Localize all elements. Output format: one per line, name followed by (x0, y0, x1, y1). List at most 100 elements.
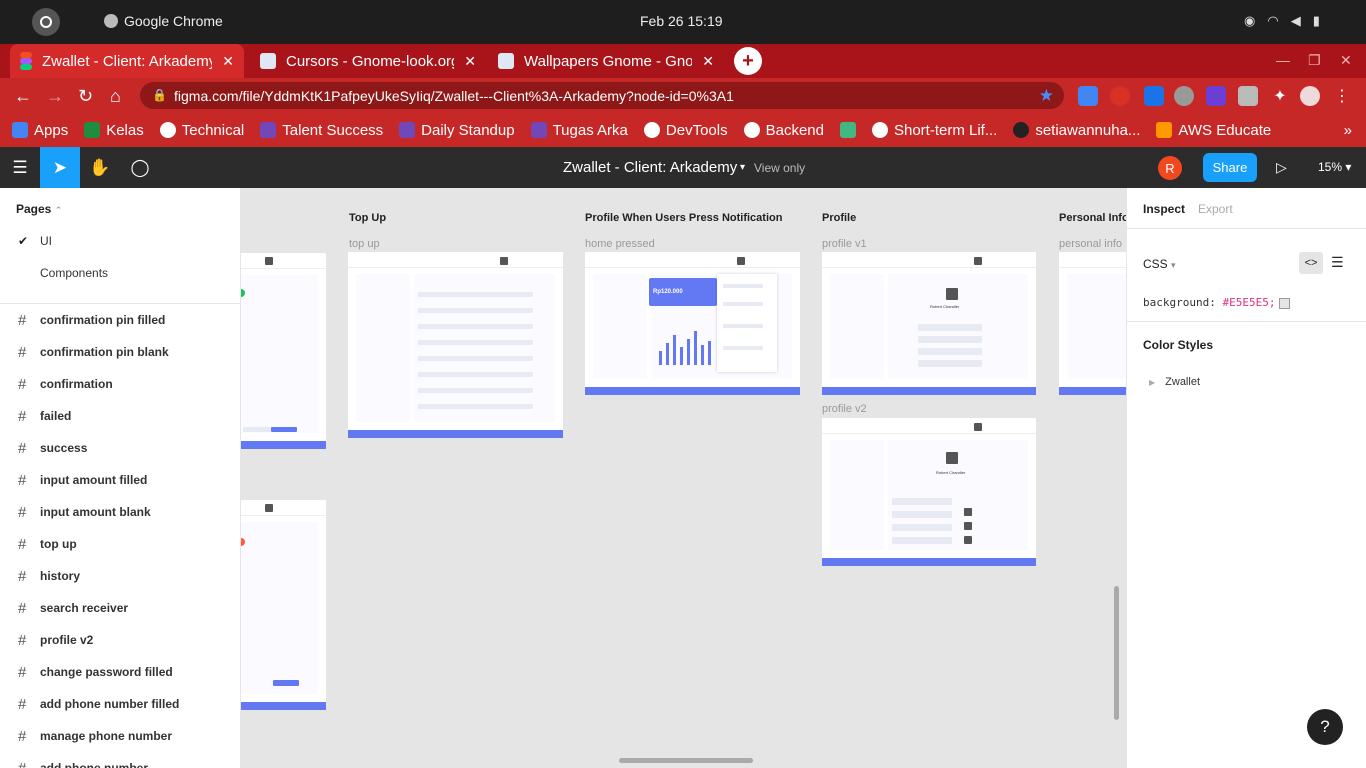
code-language-dropdown[interactable]: CSS ▾ (1143, 257, 1176, 271)
close-icon[interactable]: ✕ (222, 53, 234, 70)
layer-item[interactable]: # change password filled (0, 656, 240, 688)
bookmark-apps[interactable]: Apps (12, 122, 68, 139)
bookmark-daily-standup[interactable]: Daily Standup (399, 122, 515, 139)
frame-icon: # (18, 439, 27, 457)
help-button[interactable]: ? (1307, 709, 1343, 745)
layer-label: input amount filled (40, 473, 148, 487)
layer-item[interactable]: # confirmation pin blank (0, 336, 240, 368)
layer-label: input amount blank (40, 505, 151, 519)
bookmark-kelas[interactable]: Kelas (84, 122, 144, 139)
frame-label[interactable]: personal info (1059, 238, 1122, 250)
home-icon[interactable]: ⌂ (110, 86, 121, 107)
clock[interactable]: Feb 26 15:19 (640, 13, 723, 29)
vuejs-devtools-icon[interactable] (1238, 86, 1258, 106)
list-view-icon[interactable]: ☰ (1331, 254, 1344, 271)
hand-tool-icon[interactable]: ✋ (80, 147, 120, 188)
main-menu-icon[interactable]: ☰ (0, 147, 40, 188)
layer-item[interactable]: # history (0, 560, 240, 592)
frame-label[interactable]: profile v2 (822, 403, 867, 415)
back-icon[interactable]: ← (14, 86, 32, 107)
layer-label: confirmation pin filled (40, 313, 166, 327)
activities-button[interactable] (32, 8, 60, 36)
new-tab-button[interactable]: + (734, 47, 762, 75)
comment-tool-icon[interactable]: ◯ (120, 147, 160, 188)
tab-zwallet[interactable]: Zwallet - Client: Arkademy ✕ (10, 44, 244, 78)
horizontal-scrollbar[interactable] (619, 758, 753, 763)
bookmark-devtools[interactable]: DevTools (643, 122, 728, 139)
frame-label[interactable]: profile v1 (822, 238, 867, 250)
bookmark-short-term[interactable]: Short-term Lif... (871, 122, 997, 139)
pages-header[interactable]: Pages ⌃ (16, 202, 62, 216)
close-window-button[interactable]: ✕ (1340, 52, 1352, 69)
tab-export[interactable]: Export (1198, 202, 1233, 216)
layer-item[interactable]: # top up (0, 528, 240, 560)
reload-icon[interactable]: ↻ (78, 86, 93, 107)
balance-card: Rp120.000 (649, 278, 717, 306)
layer-item[interactable]: # success (0, 432, 240, 464)
puzzle-extensions-icon[interactable]: ✦ (1270, 86, 1290, 106)
move-tool-icon[interactable]: ➤ (40, 147, 80, 188)
url-field[interactable]: 🔒 figma.com/file/YddmKtK1PafpeyUkeSyIiq/… (140, 82, 1064, 109)
bookmark-backend[interactable]: Backend (743, 122, 824, 139)
layer-item[interactable]: # confirmation (0, 368, 240, 400)
frame-label[interactable]: top up (349, 238, 380, 250)
layer-item[interactable]: # search receiver (0, 592, 240, 624)
system-tray[interactable]: ◉ ◠ ◀ ▮ (1244, 13, 1320, 29)
bookmarks-overflow-icon[interactable]: » (1344, 122, 1352, 139)
bookmark-aws[interactable]: AWS Educate (1156, 122, 1271, 139)
page-ui[interactable]: UI (40, 234, 52, 248)
profile-avatar[interactable] (1300, 86, 1320, 106)
close-icon[interactable]: ✕ (464, 53, 476, 70)
bookmark-github[interactable]: setiawannuha... (1013, 122, 1140, 139)
active-app-indicator[interactable]: Google Chrome (104, 13, 223, 29)
vertical-scrollbar[interactable] (1114, 586, 1119, 720)
frame-partial[interactable] (241, 253, 326, 449)
tab-cursors[interactable]: Cursors - Gnome-look.org ✕ (250, 44, 486, 78)
css-value[interactable]: #E5E5E5; (1222, 296, 1275, 309)
design-canvas[interactable]: Top Up top up Profile When Users Press N… (241, 188, 1126, 768)
present-icon[interactable]: ▷ (1276, 159, 1287, 176)
bookmark-vue[interactable] (839, 122, 856, 138)
chevron-down-icon[interactable]: ▾ (740, 162, 745, 173)
frame-personal-info[interactable] (1059, 252, 1126, 395)
user-avatar[interactable]: R (1158, 156, 1182, 180)
extension-badge-icon[interactable] (1110, 86, 1130, 106)
tab-inspect[interactable]: Inspect (1143, 202, 1185, 216)
frame-profile-v1[interactable]: Robert Chandler (822, 252, 1036, 395)
layer-item[interactable]: # add phone number (0, 752, 240, 768)
layer-item[interactable]: # input amount blank (0, 496, 240, 528)
layer-item[interactable]: # confirmation pin filled (0, 304, 240, 336)
inspect-panel: Inspect Export CSS ▾ <> ☰ background: #E… (1126, 188, 1366, 768)
bookmark-technical[interactable]: Technical (159, 122, 244, 139)
tab-wallpapers[interactable]: Wallpapers Gnome - Gnome-look.org ✕ (488, 44, 724, 78)
frame-home-pressed[interactable]: Rp120.000 (585, 252, 800, 395)
zoom-dropdown[interactable]: 15% ▾ (1318, 160, 1351, 174)
extension-icon[interactable] (1174, 86, 1194, 106)
code-view-icon[interactable]: <> (1299, 252, 1323, 274)
layer-item[interactable]: # profile v2 (0, 624, 240, 656)
minimize-button[interactable]: — (1276, 52, 1290, 68)
forward-icon[interactable]: → (46, 86, 64, 107)
file-title[interactable]: Zwallet - Client: Arkademy (563, 159, 737, 176)
color-style-item[interactable]: ▶ Zwallet (1149, 376, 1200, 388)
layer-item[interactable]: # failed (0, 400, 240, 432)
colorpick-extension-icon[interactable] (1144, 86, 1164, 106)
page-components[interactable]: Components (40, 266, 108, 280)
maximize-button[interactable]: ❐ (1308, 52, 1321, 69)
bookmark-tugas-arka[interactable]: Tugas Arka (530, 122, 628, 139)
layer-item[interactable]: # manage phone number (0, 720, 240, 752)
chrome-menu-icon[interactable]: ⋮ (1332, 86, 1352, 106)
frame-label[interactable]: home pressed (585, 238, 655, 250)
layer-item[interactable]: # input amount filled (0, 464, 240, 496)
layer-item[interactable]: # add phone number filled (0, 688, 240, 720)
close-icon[interactable]: ✕ (702, 53, 714, 70)
bookmark-star-icon[interactable]: ★ (1039, 86, 1054, 106)
translate-extension-icon[interactable] (1078, 86, 1098, 106)
mini-chart-bar (680, 347, 683, 365)
share-button[interactable]: Share (1203, 153, 1257, 182)
bookmark-talent-success[interactable]: Talent Success (260, 122, 383, 139)
frame-profile-v2[interactable]: Robert Chandler (822, 418, 1036, 566)
frame-partial[interactable] (241, 500, 326, 710)
frame-top-up[interactable] (348, 252, 563, 438)
extension-icon[interactable] (1206, 86, 1226, 106)
